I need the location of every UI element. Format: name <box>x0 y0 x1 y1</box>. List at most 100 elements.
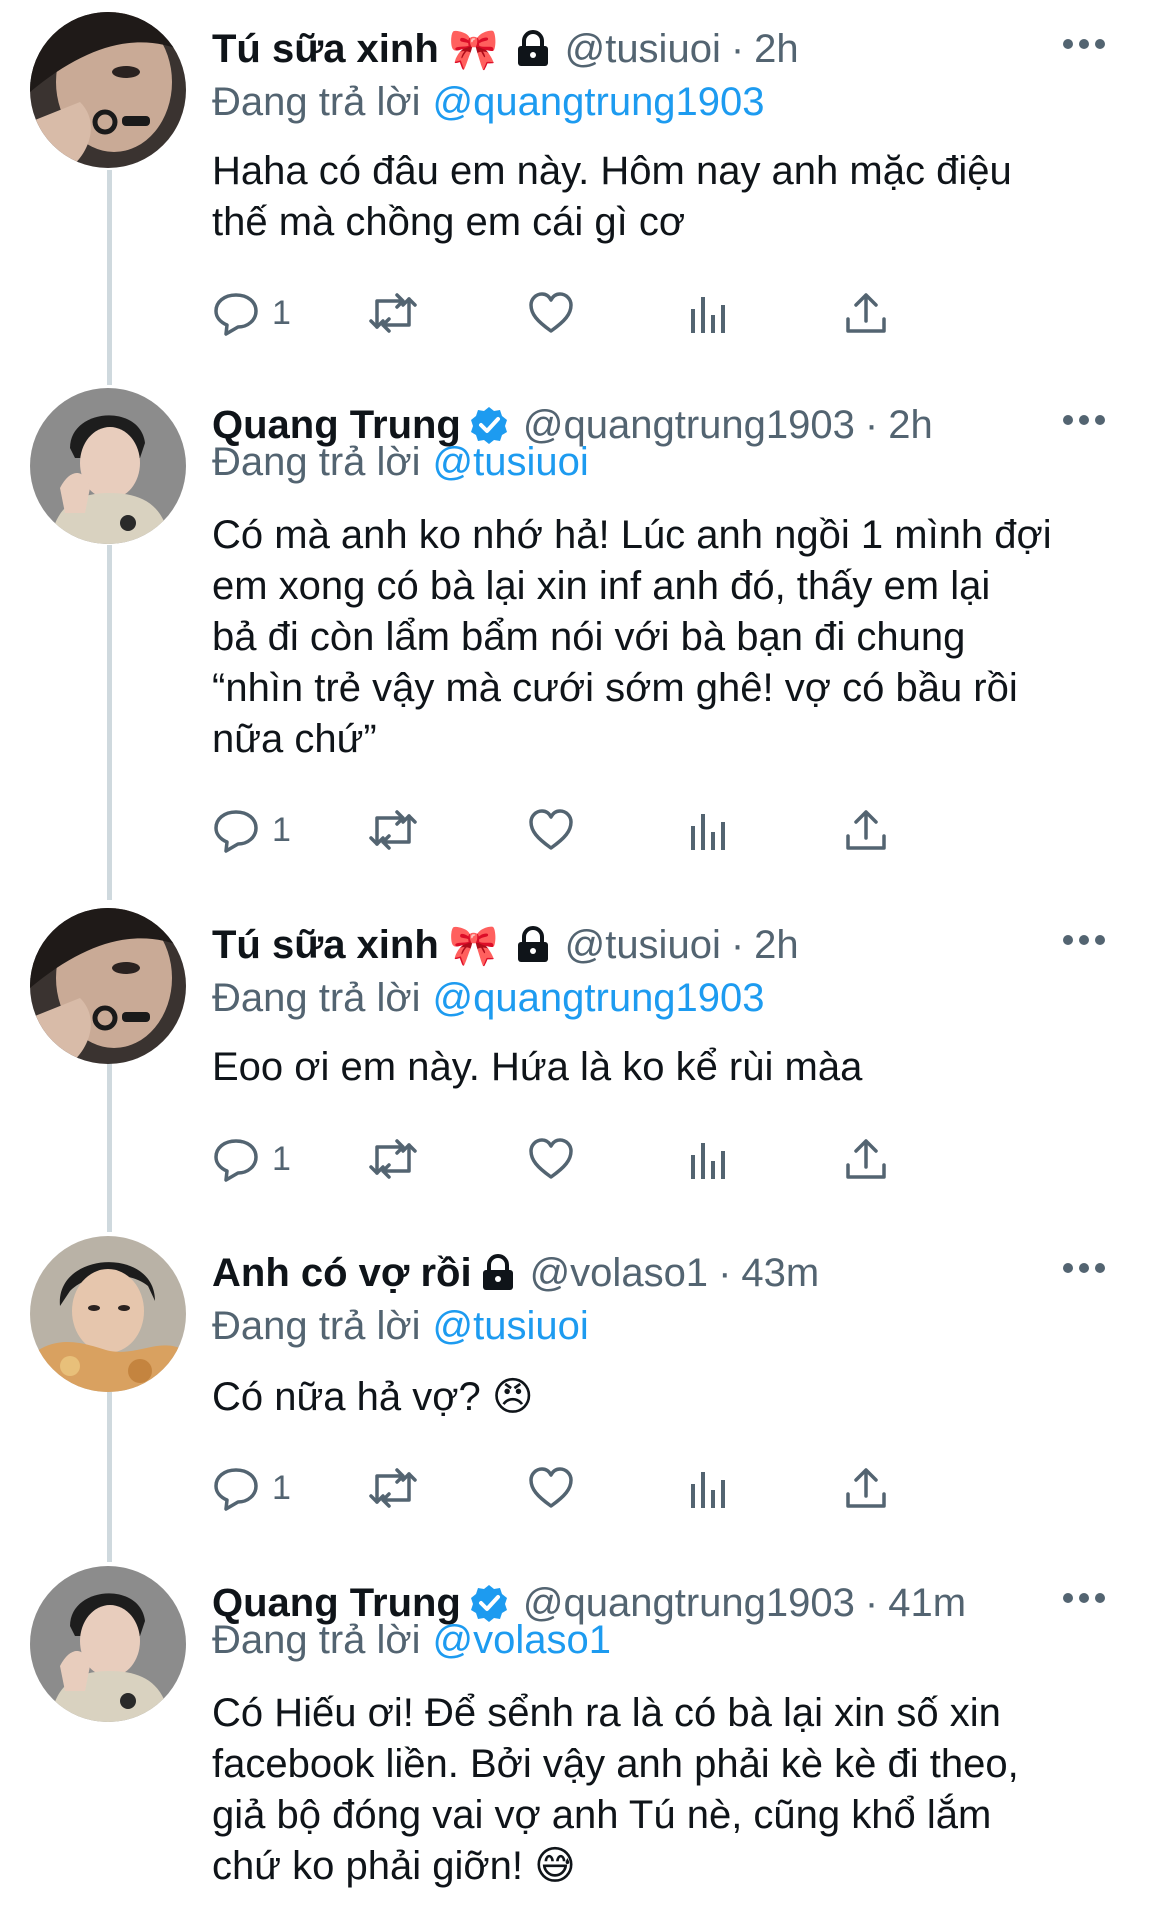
mention-link[interactable]: @tusiuoi <box>433 1304 589 1348</box>
separator-dot: · <box>718 1250 732 1295</box>
tweet-actions: 1 <box>212 1462 1032 1514</box>
reply-button[interactable]: 1 <box>212 1133 291 1185</box>
separator-dot: · <box>864 1580 879 1625</box>
separator-dot: · <box>730 26 745 71</box>
avatar[interactable] <box>30 908 186 1064</box>
replying-to-label: Đang trả lời <box>212 80 421 124</box>
tweet-text: Haha có đâu em này. Hôm nay anh mặc điệu… <box>212 149 1012 244</box>
ribbon-emoji: 🎀 <box>448 27 499 72</box>
mention-link[interactable]: @tusiuoi <box>433 440 589 484</box>
more-icon[interactable] <box>1062 1590 1106 1606</box>
retweet-icon <box>369 810 417 850</box>
replying-to: Đang trả lời @volaso1 <box>212 1618 611 1663</box>
user-handle[interactable]: @tusiuoi <box>565 923 721 968</box>
mention-link[interactable]: @quangtrung1903 <box>433 80 765 124</box>
ribbon-emoji: 🎀 <box>448 923 499 968</box>
timestamp[interactable]: 2h <box>888 403 933 448</box>
mention-link[interactable]: @volaso1 <box>433 1618 611 1662</box>
retweet-icon <box>369 1468 417 1508</box>
heart-icon <box>529 1467 573 1508</box>
lock-icon <box>482 1254 513 1290</box>
reply-count: 1 <box>272 293 291 332</box>
share-icon <box>846 293 886 333</box>
like-button[interactable] <box>527 1133 575 1185</box>
reply-icon <box>214 810 258 853</box>
views-button[interactable] <box>687 287 727 339</box>
replying-to-label: Đang trả lời <box>212 1618 421 1662</box>
replying-to-label: Đang trả lời <box>212 440 421 484</box>
tweet[interactable]: Quang Trung @quangtrung1903 · 41m Đang t… <box>0 1566 1170 1908</box>
replying-to: Đang trả lời @tusiuoi <box>212 1304 589 1349</box>
like-button[interactable] <box>527 287 575 339</box>
timestamp[interactable]: 2h <box>754 27 799 72</box>
reply-count: 1 <box>272 810 291 849</box>
replying-to-label: Đang trả lời <box>212 976 421 1020</box>
display-name[interactable]: Tú sữa xinh <box>212 27 439 72</box>
like-button[interactable] <box>527 804 575 856</box>
retweet-button[interactable] <box>367 1133 419 1185</box>
lock-icon <box>517 926 548 962</box>
heart-icon <box>529 1138 573 1179</box>
views-icon <box>691 297 725 333</box>
retweet-button[interactable] <box>367 1462 419 1514</box>
user-handle[interactable]: @tusiuoi <box>565 27 721 72</box>
separator-dot: · <box>864 402 879 447</box>
share-button[interactable] <box>842 804 890 856</box>
reply-count: 1 <box>272 1468 291 1507</box>
timestamp[interactable]: 41m <box>888 1581 966 1626</box>
more-icon[interactable] <box>1062 932 1106 948</box>
views-button[interactable] <box>687 804 727 856</box>
retweet-button[interactable] <box>367 287 419 339</box>
tweet-actions: 1 <box>212 287 1032 339</box>
display-name[interactable]: Tú sữa xinh <box>212 923 439 968</box>
reply-icon <box>214 1139 258 1182</box>
tweet-text: Eoo ơi em này. Hứa là ko kể rùi màa <box>212 1045 863 1089</box>
views-icon <box>691 814 725 850</box>
tweet-actions: 1 <box>212 1133 1032 1185</box>
tweet-text: Có Hiếu ơi! Để sểnh ra là có bà lại xin … <box>212 1691 1019 1888</box>
avatar[interactable] <box>30 1566 186 1722</box>
views-button[interactable] <box>687 1462 727 1514</box>
tweet[interactable]: Anh có vợ rồi @volaso1 · 43m Đang trả lờ… <box>0 1236 1170 1536</box>
heart-icon <box>529 809 573 850</box>
views-icon <box>691 1472 725 1508</box>
tweet[interactable]: Tú sữa xinh 🎀 @tusiuoi · 2h Đang trả lời… <box>0 12 1170 372</box>
heart-icon <box>529 292 573 333</box>
verified-icon <box>470 407 507 444</box>
retweet-button[interactable] <box>367 804 419 856</box>
replying-to: Đang trả lời @quangtrung1903 <box>212 80 765 125</box>
tweet-actions: 1 <box>212 804 1032 856</box>
avatar[interactable] <box>30 12 186 168</box>
display-name[interactable]: Anh có vợ rồi <box>212 1251 472 1296</box>
views-icon <box>691 1143 725 1179</box>
mention-link[interactable]: @quangtrung1903 <box>433 976 765 1020</box>
reply-button[interactable]: 1 <box>212 1462 291 1514</box>
share-icon <box>846 810 886 850</box>
share-icon <box>846 1468 886 1508</box>
avatar[interactable] <box>30 388 186 544</box>
tweet[interactable]: Tú sữa xinh 🎀 @tusiuoi · 2h Đang trả lời… <box>0 908 1170 1208</box>
share-button[interactable] <box>842 1133 890 1185</box>
timestamp[interactable]: 43m <box>741 1251 819 1296</box>
lock-icon <box>517 30 548 66</box>
replying-to: Đang trả lời @tusiuoi <box>212 440 589 485</box>
reply-button[interactable]: 1 <box>212 804 291 856</box>
share-button[interactable] <box>842 1462 890 1514</box>
share-icon <box>846 1139 886 1179</box>
reply-icon <box>214 1468 258 1511</box>
avatar[interactable] <box>30 1236 186 1392</box>
replying-to-label: Đang trả lời <box>212 1304 421 1348</box>
share-button[interactable] <box>842 287 890 339</box>
like-button[interactable] <box>527 1462 575 1514</box>
tweet[interactable]: Quang Trung @quangtrung1903 · 2h Đang tr… <box>0 388 1170 888</box>
user-handle[interactable]: @volaso1 <box>530 1251 708 1296</box>
more-icon[interactable] <box>1062 36 1106 52</box>
replying-to: Đang trả lời @quangtrung1903 <box>212 976 765 1021</box>
more-icon[interactable] <box>1062 412 1106 428</box>
retweet-icon <box>369 293 417 333</box>
reply-count: 1 <box>272 1139 291 1178</box>
more-icon[interactable] <box>1062 1260 1106 1276</box>
reply-button[interactable]: 1 <box>212 287 291 339</box>
timestamp[interactable]: 2h <box>754 923 799 968</box>
views-button[interactable] <box>687 1133 727 1185</box>
